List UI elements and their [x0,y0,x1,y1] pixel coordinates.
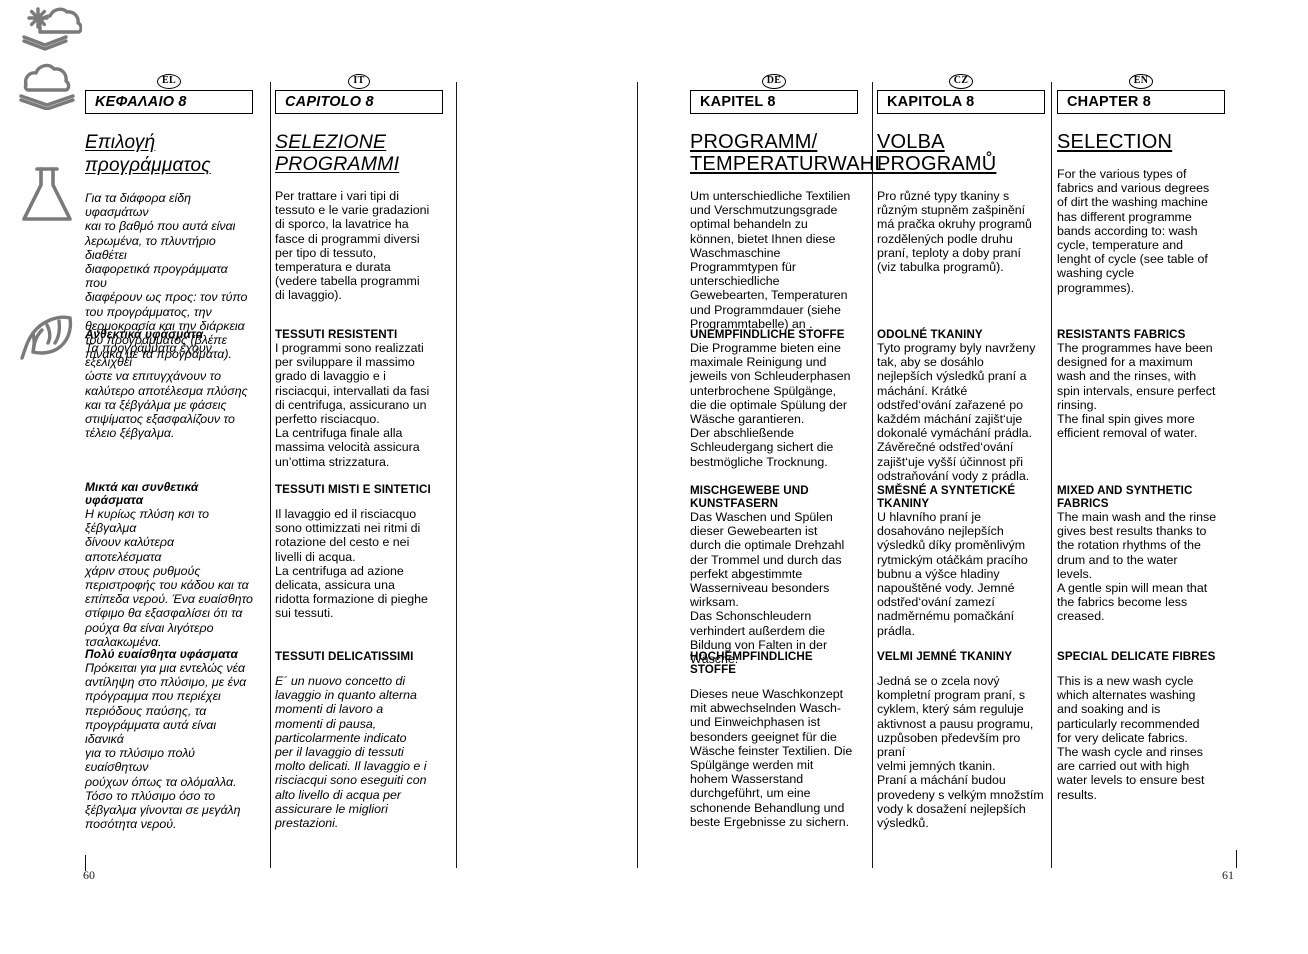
fabric-section-el-0: Ανθεκτικά υφάσματα Τα προγράμματα έχουν … [85,327,253,441]
section-body: Il lavaggio ed il risciacquo sono ottimi… [275,507,428,621]
section-heading: TESSUTI RESISTENTI [275,328,398,341]
language-badge-it: IT [275,70,443,89]
section-body: Das Waschen und Spülen dieser Gewebearte… [690,510,845,667]
fabric-section-de-1: MISCHGEWEBE UND KUNSTFASERN Das Waschen … [690,484,858,666]
section-title-cz: VOLBA PROGRAMŮ [877,131,997,175]
fabric-section-it-0: TESSUTI RESISTENTI I programmi sono real… [275,328,443,469]
language-column-el: EL KEΦΑΛΑΙΟ 8 Επιλογή προγράμματος Για τ… [85,70,253,361]
language-badge-cz: CZ [877,70,1045,89]
intro-paragraph-de: Um unterschiedliche Textilien und Versch… [690,189,851,331]
language-code-label: CZ [948,74,974,89]
section-body: Η κυρίως πλύση κσι το ξέβγαλμα δίνουν κα… [85,507,253,649]
section-heading: VELMI JEMNÉ TKANINY [877,650,1013,663]
language-column-cz: CZ KAPITOLA 8 VOLBA PROGRAMŮ Pro různé t… [877,70,1045,274]
section-title-it: SELEZIONE PROGRAMMI [275,131,400,175]
column-divider [456,82,457,868]
fabric-section-el-2: Πολύ ευαίσθητα υφάσματα Πρόκειται για μι… [85,647,253,832]
crop-mark [1236,850,1238,868]
manual-page: EL KEΦΑΛΑΙΟ 8 Επιλογή προγράμματος Για τ… [0,0,1308,954]
section-body: Die Programme bieten eine maximale Reini… [690,341,851,469]
section-body: This is a new wash cycle which alternate… [1057,674,1205,802]
section-heading: ODOLNÉ TKANINY [877,328,983,341]
language-column-en: EN CHAPTER 8 SELECTION For the various t… [1057,70,1225,295]
spread-gutter-divider [637,82,638,868]
section-heading: TESSUTI MISTI E SINTETICI [275,483,431,496]
section-body: Tyto programy byly navrženy tak, aby se … [877,341,1036,483]
section-title-el: Επιλογή προγράμματος [85,132,211,176]
language-code-label: IT [348,74,370,89]
fabric-section-en-1: MIXED AND SYNTHETIC FABRICS The main was… [1057,484,1225,624]
section-body: I programmi sono realizzati per sviluppa… [275,341,430,469]
section-heading: TESSUTI DELICATISSIMI [275,650,414,663]
fabric-section-en-2: SPECIAL DELICATE FIBRES This is a new wa… [1057,650,1225,802]
feather-icon [14,312,78,373]
column-divider [270,82,271,868]
section-title-en: SELECTION [1057,131,1173,153]
section-body: U hlavního praní je dosahováno nejlepšíc… [877,510,1028,638]
section-heading: Πολύ ευαίσθητα υφάσματα [85,647,238,661]
flask-icon [18,165,76,232]
language-code-label: DE [761,74,787,89]
section-body: Τα προγράμματα έχουν εξελιχθεί ώστε να ε… [85,341,248,441]
intro-paragraph-en: For the various types of fabrics and var… [1057,167,1210,295]
section-body: The programmes have been designed for a … [1057,341,1216,441]
language-code-label: EN [1128,74,1154,89]
intro-paragraph-cz: Pro různé typy tkaniny s různým stupněm … [877,189,1032,275]
fabric-section-de-2: HOCHEMPFINDLICHE STOFFE Dieses neue Wasc… [690,650,858,829]
page-number-left: 60 [83,868,95,882]
fabric-section-en-0: RESISTANTS FABRICS The programmes have b… [1057,328,1225,440]
page-number-right: 61 [1222,868,1234,882]
section-body: Jedná se o zcela nový kompletní program … [877,674,1044,831]
intro-paragraph-it: Per trattare i vari tipi di tessuto e le… [275,189,430,303]
fabric-section-el-1: Μικτά και συνθετικά υφάσματα Η κυρίως πλ… [85,481,253,649]
language-column-it: IT CAPITOLO 8 SELEZIONE PROGRAMMI Per tr… [275,70,443,303]
section-body: E´ un nuovo concetto di lavaggio in quan… [275,674,427,831]
section-title-de: PROGRAMM/ TEMPERATURWAHL [690,131,886,175]
section-body: Πρόκειται για μια εντελώς νέα αντίληψη σ… [85,661,247,832]
section-heading: HOCHEMPFINDLICHE STOFFE [690,650,813,676]
language-badge-en: EN [1057,70,1225,89]
section-heading: MISCHGEWEBE UND KUNSTFASERN [690,484,809,510]
sun-cloud-fabric-icon [8,0,83,57]
column-divider [872,82,873,868]
fabric-section-it-2: TESSUTI DELICATISSIMI E´ un nuovo concet… [275,650,443,830]
section-heading: Ανθεκτικά υφάσματα [85,327,204,341]
section-heading: UNEMPFINDLICHE STOFFE [690,328,845,341]
section-heading: SMĚSNÉ A SYNTETICKÉ TKANINY [877,484,1016,510]
chapter-heading-en: CHAPTER 8 [1057,90,1225,114]
section-body: The main wash and the rinse gives best r… [1057,510,1217,624]
language-column-de: DE KAPITEL 8 PROGRAMM/ TEMPERATURWAHL Um… [690,70,886,331]
fabric-section-de-0: UNEMPFINDLICHE STOFFE Die Programme biet… [690,328,858,469]
language-code-label: EL [157,74,181,89]
section-body: Dieses neue Waschkonzept mit abwechselnd… [690,687,853,829]
chapter-heading-de: KAPITEL 8 [690,90,858,114]
chapter-heading-it: CAPITOLO 8 [275,90,443,114]
section-heading: MIXED AND SYNTHETIC FABRICS [1057,484,1193,510]
section-heading: Μικτά και συνθετικά υφάσματα [85,480,199,507]
language-badge-el: EL [85,70,253,89]
fabric-section-it-1: TESSUTI MISTI E SINTETICI Il lavaggio ed… [275,483,443,621]
fabric-section-cz-0: ODOLNÉ TKANINY Tyto programy byly navrže… [877,328,1045,483]
chapter-heading-cz: KAPITOLA 8 [877,90,1045,114]
section-heading: RESISTANTS FABRICS [1057,328,1186,341]
section-heading: SPECIAL DELICATE FIBRES [1057,650,1216,663]
column-divider [1051,82,1052,868]
fabric-section-cz-1: SMĚSNÉ A SYNTETICKÉ TKANINY U hlavního p… [877,484,1045,638]
fabric-section-cz-2: VELMI JEMNÉ TKANINY Jedná se o zcela nov… [877,650,1045,830]
chapter-heading-el: KEΦΑΛΑΙΟ 8 [85,90,253,114]
language-badge-de: DE [690,70,858,89]
cloud-fabric-icon [14,58,80,115]
